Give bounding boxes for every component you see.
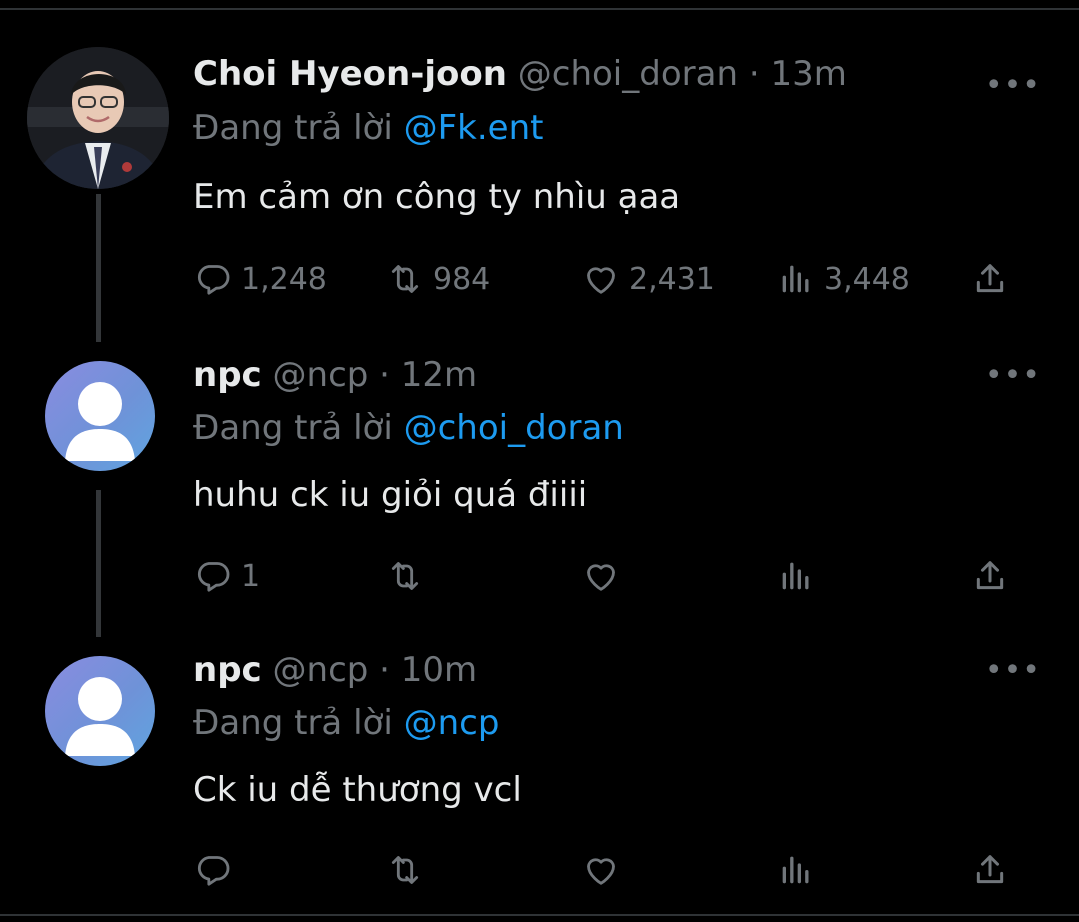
avatar[interactable]	[45, 361, 155, 471]
share-button[interactable]	[970, 848, 1010, 892]
heart-icon	[587, 858, 615, 885]
retweet-button[interactable]	[385, 554, 433, 598]
default-avatar-icon	[65, 677, 135, 756]
reply-icon	[197, 856, 230, 886]
reply-button[interactable]: 1,248	[193, 257, 327, 301]
replying-to: Đang trả lời @ncp	[193, 703, 499, 743]
timestamp[interactable]: 12m	[401, 355, 477, 395]
display-name[interactable]: npc	[193, 355, 262, 395]
share-icon	[976, 561, 1004, 590]
top-divider	[0, 8, 1079, 10]
reply-count: 1	[241, 558, 261, 594]
tweet[interactable]: Choi Hyeon-joon @choi_doran · 13m ••• Đa…	[0, 40, 1079, 342]
username[interactable]: @choi_doran	[518, 54, 738, 94]
reply-button[interactable]: 1	[193, 554, 260, 598]
more-icon[interactable]: •••	[985, 653, 1041, 688]
views-icon	[782, 856, 809, 884]
reply-icon	[197, 562, 230, 592]
username[interactable]: @ncp	[273, 355, 369, 395]
like-button[interactable]	[581, 554, 629, 598]
like-count: 2,431	[629, 261, 715, 297]
heart-icon	[587, 267, 615, 294]
tweet-text: Em cảm ơn công ty nhìu ạaa	[193, 177, 681, 217]
avatar[interactable]	[45, 656, 155, 766]
retweet-button[interactable]	[385, 848, 433, 892]
replying-to: Đang trả lời @Fk.ent	[193, 108, 543, 148]
reply-button[interactable]	[193, 848, 241, 892]
tweet-header: npc @ncp · 10m	[193, 650, 477, 690]
share-button[interactable]	[970, 257, 1010, 301]
separator-dot: ·	[748, 54, 760, 94]
separator-dot: ·	[379, 650, 390, 690]
replying-to: Đang trả lời @choi_doran	[193, 408, 624, 448]
views-button[interactable]	[776, 554, 824, 598]
views-button[interactable]: 3,448	[776, 257, 910, 301]
share-icon	[976, 264, 1004, 293]
action-bar: 1,248 984 2,431 3,448	[193, 257, 1023, 301]
retweet-icon	[391, 562, 419, 590]
heart-icon	[587, 564, 615, 591]
retweet-button[interactable]: 984	[385, 257, 490, 301]
mention-link[interactable]: @choi_doran	[404, 408, 624, 448]
replying-to-label: Đang trả lời	[193, 408, 393, 448]
action-bar	[193, 848, 1023, 892]
thread-line	[96, 490, 101, 637]
replying-to-label: Đang trả lời	[193, 108, 393, 148]
retweet-icon	[391, 856, 419, 884]
share-button[interactable]	[970, 554, 1010, 598]
timestamp[interactable]: 10m	[401, 650, 477, 690]
profile-photo	[27, 47, 169, 189]
reply-icon	[197, 265, 230, 295]
thread-line	[96, 194, 101, 342]
tweet-header: Choi Hyeon-joon @choi_doran · 13m	[193, 54, 847, 94]
view-count: 3,448	[824, 261, 910, 297]
action-bar: 1	[193, 554, 1023, 598]
views-icon	[782, 562, 809, 590]
default-avatar-icon	[65, 382, 135, 461]
views-button[interactable]	[776, 848, 824, 892]
more-icon[interactable]: •••	[985, 68, 1041, 103]
timestamp[interactable]: 13m	[770, 54, 846, 94]
like-button[interactable]: 2,431	[581, 257, 715, 301]
like-button[interactable]	[581, 848, 629, 892]
tweet-text: Ck iu dễ thương vcl	[193, 770, 522, 810]
share-icon	[976, 855, 1004, 884]
more-icon[interactable]: •••	[985, 358, 1041, 393]
views-icon	[782, 265, 809, 293]
bottom-divider	[0, 914, 1079, 916]
mention-link[interactable]: @Fk.ent	[404, 108, 544, 148]
tweet[interactable]: npc @ncp · 12m ••• Đang trả lời @choi_do…	[0, 350, 1079, 640]
username[interactable]: @ncp	[273, 650, 369, 690]
tweet-header: npc @ncp · 12m	[193, 355, 477, 395]
tweet-text: huhu ck iu giỏi quá điiii	[193, 475, 588, 515]
display-name[interactable]: npc	[193, 650, 262, 690]
avatar[interactable]	[27, 47, 169, 189]
display-name[interactable]: Choi Hyeon-joon	[193, 54, 507, 94]
retweet-icon	[391, 265, 419, 293]
mention-link[interactable]: @ncp	[404, 703, 500, 743]
tweet[interactable]: npc @ncp · 10m ••• Đang trả lời @ncp Ck …	[0, 645, 1079, 915]
separator-dot: ·	[379, 355, 390, 395]
replying-to-label: Đang trả lời	[193, 703, 393, 743]
retweet-count: 984	[433, 261, 491, 297]
reply-count: 1,248	[241, 261, 327, 297]
